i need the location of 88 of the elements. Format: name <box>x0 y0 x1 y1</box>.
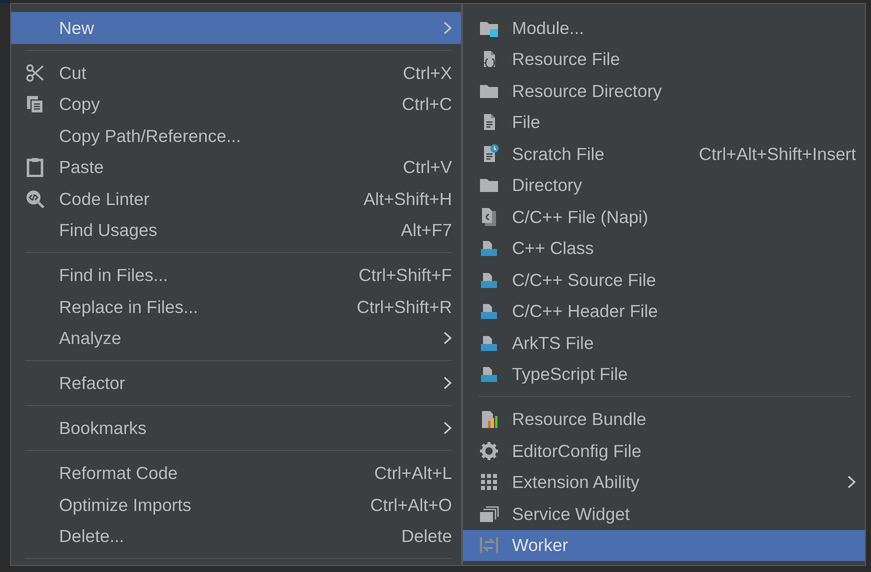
menu-item[interactable]: C/C++ Source File <box>463 264 865 296</box>
menu-item[interactable]: Resource Directory <box>463 75 865 106</box>
menu-item-label: Refactor <box>59 372 126 396</box>
copy-icon <box>25 94 45 114</box>
menu-item-label: Find Usages <box>59 219 158 242</box>
menu-item[interactable]: ArkTS File <box>463 327 865 358</box>
menu-item-label: Bookmarks <box>59 417 147 440</box>
menu-item[interactable]: Code Linter Alt+Shift+H <box>11 183 461 214</box>
menu-item-label: Service Widget <box>512 502 630 526</box>
menu-item[interactable]: Extension Ability <box>463 466 865 498</box>
menu-item[interactable]: Find in Files... Ctrl+Shift+F <box>11 260 461 291</box>
menu-item[interactable]: Cut Ctrl+X <box>11 57 461 88</box>
grid-icon <box>479 472 499 492</box>
gear-icon <box>479 440 499 461</box>
menu-item-label: Replace in Files... <box>59 296 198 319</box>
menu-item[interactable]: EditorConfig File <box>463 435 865 466</box>
menu-item-label: Code Linter <box>59 188 150 211</box>
menu-item-label: C++ Class <box>512 237 594 260</box>
menu-item-label: Copy Path/Reference... <box>59 124 241 148</box>
file-icon <box>479 364 499 384</box>
menu-item-label: C/C++ Source File <box>512 268 656 292</box>
menu-item-label: Find in Files... <box>59 264 168 288</box>
menu-item-label: Copy <box>59 93 100 116</box>
menu-item[interactable]: Copy Ctrl+C <box>11 88 461 120</box>
code-search-icon <box>25 188 45 209</box>
menu-item-label: TypeScript File <box>512 363 628 386</box>
menu-item-label: ArkTS File <box>512 332 594 355</box>
shortcut-label: Ctrl+X <box>402 62 452 85</box>
shortcut-label: Ctrl+Shift+R <box>356 296 452 319</box>
file-chart-icon <box>479 409 499 430</box>
menu-item-label: Delete... <box>59 525 124 548</box>
shortcut-label: Ctrl+V <box>402 156 452 180</box>
swap-icon <box>479 535 499 556</box>
menu-item-label: Optimize Imports <box>59 494 192 517</box>
menu-item[interactable]: Resource File <box>463 44 865 75</box>
menu-item[interactable]: Scratch File Ctrl+Alt+Shift+Insert <box>463 138 865 170</box>
scissors-icon <box>25 62 45 83</box>
menu-item-label: Resource File <box>512 48 620 72</box>
menu-item-label: Scratch File <box>512 142 604 166</box>
menu-item[interactable]: Delete... Delete <box>11 520 461 552</box>
menu-item[interactable]: C/C++ Header File <box>463 296 865 327</box>
menu-item-label: New <box>59 16 94 40</box>
menu-item-label: Reformat Code <box>59 462 178 486</box>
menu-item[interactable]: C/C++ File (Napi) <box>463 201 865 232</box>
menu-item[interactable]: Optimize Imports Ctrl+Alt+O <box>11 489 461 520</box>
menu-item[interactable]: Resource Bundle <box>463 404 865 435</box>
menu-item[interactable]: Service Widget <box>463 498 865 530</box>
shortcut-label: Ctrl+Alt+Shift+Insert <box>698 142 856 166</box>
shortcut-label: Ctrl+Alt+O <box>370 494 452 517</box>
shortcut-label: Ctrl+C <box>402 93 452 116</box>
menu-item-label: File <box>512 111 540 134</box>
menu-item-label: Paste <box>59 156 104 180</box>
menu-item-label: Resource Bundle <box>512 408 646 432</box>
menu-item[interactable]: Replace in Files... Ctrl+Shift+R <box>11 291 461 322</box>
menu-item[interactable]: Refactor <box>11 368 461 399</box>
menu-item[interactable]: TypeScript File <box>463 358 865 390</box>
menu-item[interactable]: C++ Class <box>463 232 865 264</box>
menu-item-label: Directory <box>512 174 582 198</box>
menu-item[interactable]: File <box>463 106 865 138</box>
clipboard-icon <box>25 157 45 178</box>
menu-item[interactable]: New <box>11 12 461 44</box>
file-icon <box>479 206 499 227</box>
menu-item[interactable]: Directory <box>463 170 865 201</box>
windows-icon <box>479 504 499 524</box>
menu-item-label: Analyze <box>59 327 122 350</box>
menu-item[interactable]: Worker <box>463 530 865 561</box>
menu-item[interactable]: Analyze <box>11 322 461 354</box>
menu-item-label: Cut <box>59 62 86 85</box>
menu-item[interactable]: Copy Path/Reference... <box>11 120 461 152</box>
shortcut-label: Ctrl+Alt+L <box>374 462 452 486</box>
shortcut-label: Delete <box>401 525 452 548</box>
menu-item-label: C/C++ Header File <box>512 300 658 324</box>
menu-item-label: EditorConfig File <box>512 440 642 463</box>
menu-item-label: C/C++ File (Napi) <box>512 206 648 229</box>
shortcut-label: Alt+F7 <box>400 219 452 242</box>
menu-item-label: Extension Ability <box>512 471 640 494</box>
menu-item[interactable]: Bookmarks <box>11 412 461 444</box>
menu-item[interactable]: Module... <box>463 12 865 44</box>
file-icon <box>479 238 499 258</box>
menu-item[interactable]: Paste Ctrl+V <box>11 152 461 183</box>
menu-item-label: Module... <box>512 16 584 40</box>
menu-item[interactable]: Reformat Code Ctrl+Alt+L <box>11 458 461 489</box>
shortcut-label: Alt+Shift+H <box>363 188 452 211</box>
menu-item-label: Worker <box>512 534 568 558</box>
menu-item[interactable]: Find Usages Alt+F7 <box>11 214 461 246</box>
file-icon <box>479 301 499 322</box>
menu-item-label: Resource Directory <box>512 80 662 103</box>
shortcut-label: Ctrl+Shift+F <box>358 264 452 288</box>
